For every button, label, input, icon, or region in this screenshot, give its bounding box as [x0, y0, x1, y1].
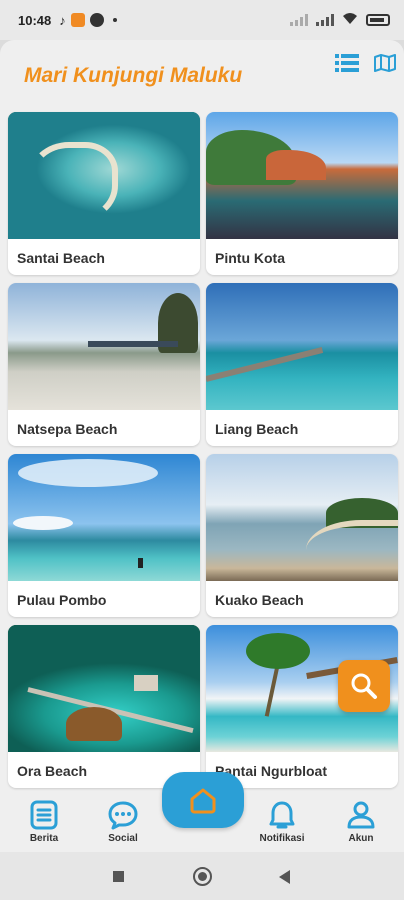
destination-card[interactable]: Pulau Pombo	[8, 454, 200, 617]
status-time: 10:48	[18, 12, 52, 28]
status-bar: 10:48 ♪	[0, 0, 404, 40]
recent-apps-button[interactable]	[113, 871, 124, 882]
tiktok-icon: ♪	[59, 13, 66, 28]
destination-name: Santai Beach	[17, 250, 105, 266]
wifi-icon	[342, 12, 358, 28]
destination-name: Natsepa Beach	[17, 421, 118, 437]
signal-icon	[316, 14, 334, 26]
news-icon	[30, 800, 58, 830]
destination-image	[8, 283, 200, 410]
map-icon	[374, 54, 396, 72]
battery-icon	[366, 14, 390, 26]
system-home-button[interactable]	[193, 867, 212, 886]
header: Mari Kunjungi Maluku	[0, 40, 404, 112]
destination-card[interactable]: Kuako Beach	[206, 454, 398, 617]
nav-akun[interactable]: Akun	[326, 800, 396, 844]
bell-icon	[269, 801, 295, 829]
destination-image	[8, 625, 200, 752]
app-screen: Mari Kunjungi Maluku Santai Beach Pintu …	[0, 40, 404, 852]
nav-label: Berita	[29, 833, 59, 844]
destination-image	[206, 112, 398, 239]
page-title: Mari Kunjungi Maluku	[24, 64, 243, 87]
destination-card[interactable]: Pintu Kota	[206, 112, 398, 275]
destination-image	[206, 454, 398, 581]
map-view-button[interactable]	[372, 52, 398, 74]
app-icon	[89, 13, 104, 27]
search-button[interactable]	[338, 660, 390, 712]
list-icon	[335, 54, 359, 72]
nav-notifikasi[interactable]: Notifikasi	[247, 800, 317, 844]
destination-name: Kuako Beach	[215, 592, 304, 608]
destination-card[interactable]: Ora Beach	[8, 625, 200, 788]
destination-name: Pulau Pombo	[17, 592, 107, 608]
home-button[interactable]	[162, 772, 244, 828]
nav-label: Akun	[348, 833, 374, 844]
destination-name: Ora Beach	[17, 763, 88, 779]
destination-card[interactable]: Santai Beach	[8, 112, 200, 275]
search-icon	[351, 673, 377, 699]
nav-social[interactable]: Social	[88, 800, 158, 844]
destination-name: Liang Beach	[215, 421, 299, 437]
destination-card[interactable]: Natsepa Beach	[8, 283, 200, 446]
destination-image	[206, 283, 398, 410]
back-button[interactable]	[279, 870, 290, 884]
home-icon	[190, 788, 216, 814]
more-dot-icon	[112, 18, 117, 22]
chat-icon	[108, 801, 138, 830]
nav-label: Social	[108, 833, 138, 844]
system-nav-bar	[0, 852, 404, 900]
nav-berita[interactable]: Berita	[9, 800, 79, 844]
notification-app-icon	[70, 13, 85, 27]
signal-icon	[290, 14, 308, 26]
destination-name: Pintu Kota	[215, 250, 285, 266]
nav-label: Notifikasi	[259, 833, 305, 844]
list-view-button[interactable]	[334, 52, 360, 74]
destination-image	[8, 112, 200, 239]
destination-card[interactable]: Liang Beach	[206, 283, 398, 446]
user-icon	[347, 801, 375, 829]
destination-image	[8, 454, 200, 581]
